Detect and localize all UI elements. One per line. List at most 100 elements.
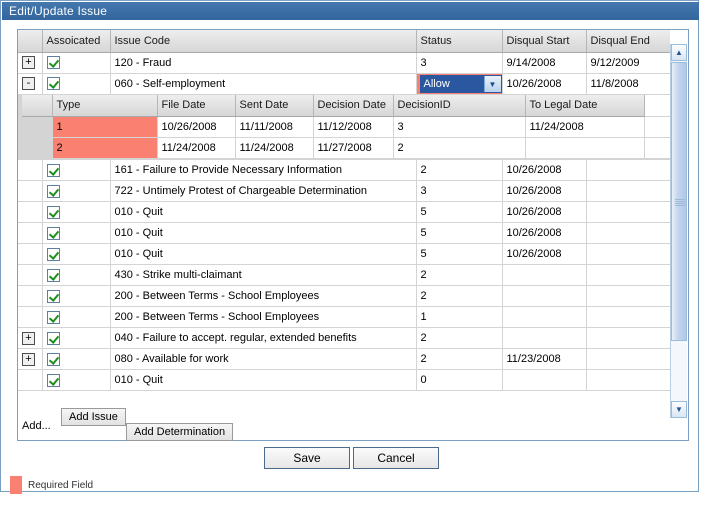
associated-checkbox[interactable] [46,331,60,345]
table-row[interactable]: 010 - Quit 5 10/26/2008 [18,201,670,223]
add-issue-button[interactable]: Add Issue [61,408,126,426]
associated-checkbox[interactable] [46,268,60,282]
associated-checkbox[interactable] [46,289,60,303]
table-row[interactable]: 010 - Quit 0 [18,369,670,391]
table-row[interactable]: - 060 - Self-employment Allow ▼ 10/26/2008 11… [18,73,670,95]
issue-code-cell[interactable]: 080 - Available for work [110,348,417,370]
determination-file-date-cell[interactable]: 10/26/2008 [157,116,236,138]
associated-cell[interactable] [42,73,111,95]
table-row[interactable]: 722 - Untimely Protest of Chargeable Det… [18,180,670,202]
disqual-start-cell[interactable]: 11/23/2008 [502,348,587,370]
associated-checkbox[interactable] [46,163,60,177]
associated-cell[interactable] [42,348,111,370]
column-header-to-legal-date[interactable]: To Legal Date [525,94,645,117]
determination-type-cell[interactable]: 1 [52,116,158,138]
status-cell[interactable]: 2 [416,348,503,370]
associated-checkbox[interactable] [46,77,60,90]
column-header-associated[interactable]: Assoicated [42,30,111,53]
disqual-start-cell[interactable]: 10/26/2008 [502,180,587,202]
table-row[interactable]: 010 - Quit 5 10/26/2008 [18,243,670,265]
issue-code-cell[interactable]: 120 - Fraud [110,52,417,74]
associated-cell[interactable] [42,222,111,244]
row-expander-cell[interactable]: + [18,327,43,349]
row-expander-cell[interactable]: + [18,348,43,370]
table-row[interactable]: +120 - Fraud 3 9/14/2008 9/12/2009 [18,52,670,74]
issue-code-cell[interactable]: 161 - Failure to Provide Necessary Infor… [110,159,417,181]
disqual-end-cell[interactable] [586,222,670,244]
issue-code-cell[interactable]: 040 - Failure to accept. regular, extend… [110,327,417,349]
expand-row-icon[interactable]: + [22,56,35,69]
determination-decision-id-cell[interactable]: 3 [393,116,526,138]
disqual-end-cell[interactable] [586,201,670,223]
scroll-up-arrow-icon[interactable]: ▲ [671,44,687,61]
status-cell[interactable]: 3 [416,52,503,74]
column-header-disqual-start[interactable]: Disqual Start [502,30,587,53]
disqual-start-cell[interactable] [502,264,587,286]
status-cell[interactable]: 1 [416,306,503,328]
status-cell[interactable]: 5 [416,243,503,265]
issue-code-cell[interactable]: 010 - Quit [110,222,417,244]
associated-checkbox[interactable] [46,56,60,69]
associated-checkbox[interactable] [46,226,60,240]
disqual-end-cell[interactable]: 11/8/2008 [586,73,670,95]
column-header-file-date[interactable]: File Date [157,94,236,117]
disqual-end-cell[interactable] [586,159,670,181]
column-header-disqual-end[interactable]: Disqual End [586,30,670,53]
determination-to-legal-date-cell[interactable]: 11/24/2008 [525,116,645,138]
expand-row-icon[interactable]: + [22,352,35,366]
issue-code-cell[interactable]: 200 - Between Terms - School Employees [110,306,417,328]
status-cell[interactable]: Allow ▼ [416,73,503,95]
disqual-start-cell[interactable] [502,306,587,328]
associated-checkbox[interactable] [46,310,60,324]
disqual-start-cell[interactable]: 9/14/2008 [502,52,587,74]
issue-grid-vertical-scrollbar[interactable]: ▲ ▼ [670,44,687,418]
associated-cell[interactable] [42,159,111,181]
issue-code-cell[interactable]: 060 - Self-employment [110,73,417,95]
status-cell[interactable]: 2 [416,327,503,349]
disqual-start-cell[interactable]: 10/26/2008 [502,243,587,265]
column-header-issue-code[interactable]: Issue Code [110,30,417,53]
associated-cell[interactable] [42,306,111,328]
determination-decision-date-cell[interactable]: 11/27/2008 [313,137,394,159]
column-header-decision-id[interactable]: DecisionID [393,94,526,117]
add-determination-button[interactable]: Add Determination [126,423,234,441]
table-row[interactable]: +080 - Available for work 2 11/23/2008 [18,348,670,370]
determination-row[interactable]: 1 10/26/2008 11/11/2008 11/12/2008 3 11/24/20… [22,116,669,138]
disqual-start-cell[interactable]: 10/26/2008 [502,201,587,223]
table-row[interactable]: 010 - Quit 5 10/26/2008 [18,222,670,244]
status-cell[interactable]: 2 [416,285,503,307]
disqual-end-cell[interactable]: 9/12/2009 [586,52,670,74]
determination-file-date-cell[interactable]: 11/24/2008 [157,137,236,159]
associated-cell[interactable] [42,264,111,286]
determination-to-legal-date-cell[interactable] [525,137,645,159]
disqual-end-cell[interactable] [586,285,670,307]
disqual-start-cell[interactable]: 10/26/2008 [502,222,587,244]
column-header-type[interactable]: Type [52,94,158,117]
associated-cell[interactable] [42,243,111,265]
determination-sent-date-cell[interactable]: 11/24/2008 [235,137,314,159]
determination-sent-date-cell[interactable]: 11/11/2008 [235,116,314,138]
status-cell[interactable]: 5 [416,222,503,244]
expand-row-icon[interactable]: + [22,331,35,345]
issue-code-cell[interactable]: 430 - Strike multi-claimant [110,264,417,286]
status-cell[interactable]: 2 [416,159,503,181]
determination-type-cell[interactable]: 2 [52,137,158,159]
associated-cell[interactable] [42,285,111,307]
issue-code-cell[interactable]: 200 - Between Terms - School Employees [110,285,417,307]
disqual-end-cell[interactable] [586,327,670,349]
associated-checkbox[interactable] [46,205,60,219]
disqual-end-cell[interactable] [586,264,670,286]
disqual-start-cell[interactable]: 10/26/2008 [502,159,587,181]
scrollbar-thumb[interactable] [671,62,687,341]
status-cell[interactable]: 3 [416,180,503,202]
chevron-down-icon[interactable]: ▼ [483,76,501,92]
disqual-start-cell[interactable] [502,327,587,349]
cancel-button[interactable]: Cancel [353,447,439,469]
row-expander-cell[interactable]: - [18,73,43,95]
column-header-decision-date[interactable]: Decision Date [313,94,394,117]
issue-code-cell[interactable]: 722 - Untimely Protest of Chargeable Det… [110,180,417,202]
save-button[interactable]: Save [264,447,350,469]
status-dropdown[interactable]: Allow ▼ [419,75,501,93]
determination-row[interactable]: 2 11/24/2008 11/24/2008 11/27/2008 2 [22,137,669,159]
status-cell[interactable]: 2 [416,264,503,286]
